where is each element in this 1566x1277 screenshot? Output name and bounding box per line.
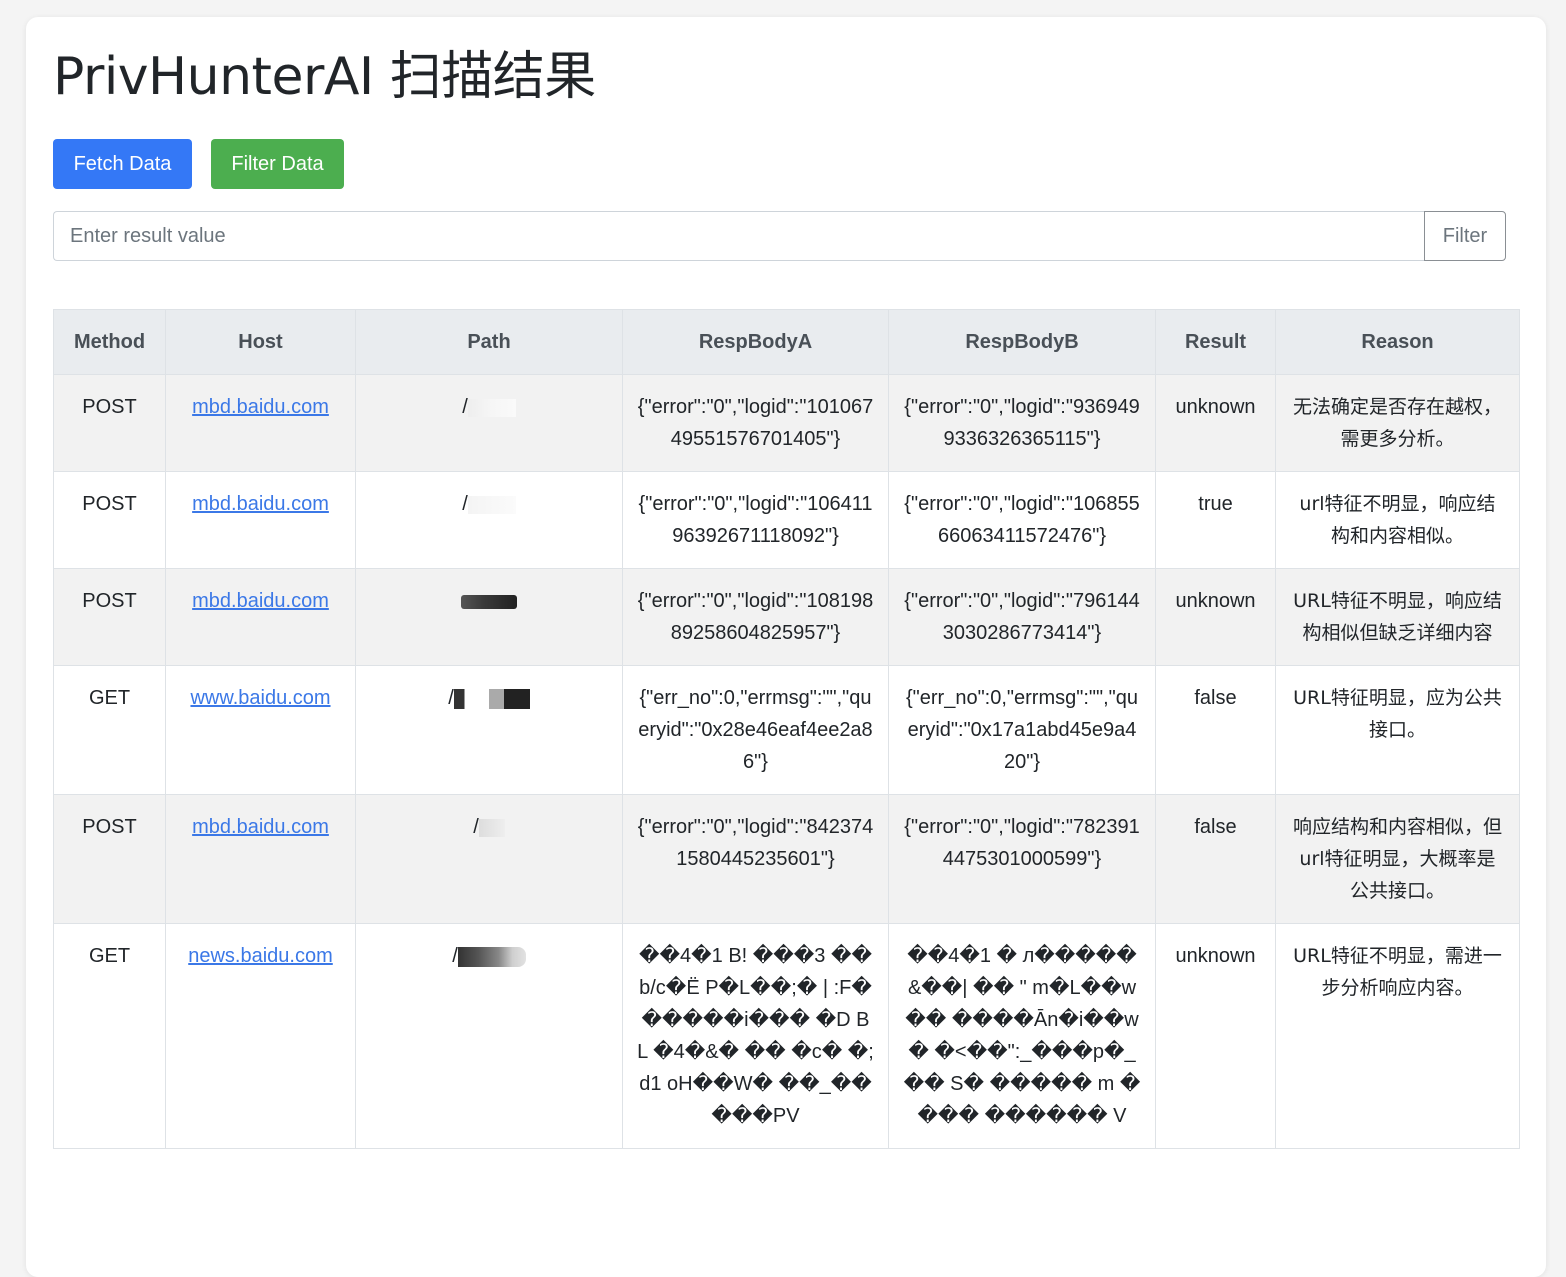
cell-host: mbd.baidu.com <box>165 471 356 569</box>
cell-path: / <box>355 374 623 472</box>
cell-reason: 无法确定是否存在越权，需更多分析。 <box>1275 374 1520 472</box>
cell-resp-body-a: {"error":"0","logid":"101067495515767014… <box>622 374 889 472</box>
cell-resp-body-a: {"error":"0","logid":"842374158044523560… <box>622 794 889 924</box>
cell-resp-body-a: ��4�1 B! ���3 ��b/c�Ë P�L��;� | :F������… <box>622 923 889 1149</box>
redacted-path-block <box>453 688 530 709</box>
cell-path: / <box>355 923 623 1149</box>
cell-path <box>355 568 623 666</box>
cell-reason: URL特征不明显，需进一步分析响应内容。 <box>1275 923 1520 1149</box>
cell-result: false <box>1155 794 1276 924</box>
cell-resp-body-b: {"error":"0","logid":"782391447530100059… <box>888 794 1156 924</box>
host-link[interactable]: mbd.baidu.com <box>192 590 329 612</box>
table-header-row: Method Host Path RespBodyA RespBodyB Res… <box>53 309 1520 375</box>
cell-reason: URL特征明显，应为公共接口。 <box>1275 665 1520 795</box>
table-row: GET www.baidu.com / {"err_no":0,"errmsg"… <box>53 665 1520 795</box>
redacted-path-block <box>478 818 505 837</box>
cell-reason: 响应结构和内容相似，但url特征明显，大概率是公共接口。 <box>1275 794 1520 924</box>
cell-resp-body-a: {"error":"0","logid":"106411963926711180… <box>622 471 889 569</box>
cell-reason: url特征不明显，响应结构和内容相似。 <box>1275 471 1520 569</box>
filter-button[interactable]: Filter <box>1424 211 1506 261</box>
redacted-path-block <box>461 594 517 609</box>
results-card: PrivHunterAI 扫描结果 Fetch Data Filter Data… <box>26 17 1546 1277</box>
filter-input-group: Filter <box>53 211 1506 261</box>
cell-reason: URL特征不明显，响应结构相似但缺乏详细内容 <box>1275 568 1520 666</box>
cell-host: www.baidu.com <box>165 665 356 795</box>
column-header-reason[interactable]: Reason <box>1275 309 1520 375</box>
column-header-method[interactable]: Method <box>53 309 166 375</box>
table-row: POST mbd.baidu.com / {"error":"0","logid… <box>53 471 1520 569</box>
column-header-host[interactable]: Host <box>165 309 356 375</box>
column-header-resp-body-b[interactable]: RespBodyB <box>888 309 1156 375</box>
cell-resp-body-b: {"err_no":0,"errmsg":"","queryid":"0x17a… <box>888 665 1156 795</box>
results-table: Method Host Path RespBodyA RespBodyB Res… <box>53 309 1520 1149</box>
result-filter-input[interactable] <box>53 211 1424 261</box>
redacted-path-block <box>467 495 516 514</box>
host-link[interactable]: mbd.baidu.com <box>192 396 329 418</box>
cell-host: mbd.baidu.com <box>165 794 356 924</box>
cell-result: false <box>1155 665 1276 795</box>
cell-method: POST <box>53 471 166 569</box>
cell-result: true <box>1155 471 1276 569</box>
cell-host: news.baidu.com <box>165 923 356 1149</box>
cell-path: / <box>355 665 623 795</box>
cell-result: unknown <box>1155 568 1276 666</box>
redacted-path-block <box>457 946 526 967</box>
table-row: POST mbd.baidu.com / {"error":"0","logid… <box>53 794 1520 924</box>
column-header-path[interactable]: Path <box>355 309 623 375</box>
cell-method: GET <box>53 923 166 1149</box>
path-text: / <box>452 945 458 967</box>
column-header-resp-body-a[interactable]: RespBodyA <box>622 309 889 375</box>
table-row: GET news.baidu.com / ��4�1 B! ���3 ��b/c… <box>53 923 1520 1149</box>
cell-path: / <box>355 471 623 569</box>
cell-resp-body-b: {"error":"0","logid":"936949933632636511… <box>888 374 1156 472</box>
cell-resp-body-b: {"error":"0","logid":"796144303028677341… <box>888 568 1156 666</box>
cell-resp-body-a: {"err_no":0,"errmsg":"","queryid":"0x28e… <box>622 665 889 795</box>
host-link[interactable]: news.baidu.com <box>188 945 333 967</box>
fetch-data-button[interactable]: Fetch Data <box>53 139 192 189</box>
host-link[interactable]: mbd.baidu.com <box>192 816 329 838</box>
cell-method: POST <box>53 794 166 924</box>
host-link[interactable]: mbd.baidu.com <box>192 493 329 515</box>
host-link[interactable]: www.baidu.com <box>190 687 330 709</box>
cell-method: GET <box>53 665 166 795</box>
cell-host: mbd.baidu.com <box>165 568 356 666</box>
redacted-path-block <box>467 398 516 417</box>
cell-path: / <box>355 794 623 924</box>
page-title: PrivHunterAI 扫描结果 <box>53 47 596 107</box>
cell-resp-body-b: ��4�1 � л�����&��| �� " m�L��w�� ����Ān�… <box>888 923 1156 1149</box>
cell-resp-body-b: {"error":"0","logid":"106855660634115724… <box>888 471 1156 569</box>
cell-method: POST <box>53 568 166 666</box>
cell-resp-body-a: {"error":"0","logid":"108198892586048259… <box>622 568 889 666</box>
cell-result: unknown <box>1155 374 1276 472</box>
cell-result: unknown <box>1155 923 1276 1149</box>
table-row: POST mbd.baidu.com / {"error":"0","logid… <box>53 374 1520 472</box>
cell-method: POST <box>53 374 166 472</box>
column-header-result[interactable]: Result <box>1155 309 1276 375</box>
table-row: POST mbd.baidu.com {"error":"0","logid":… <box>53 568 1520 666</box>
cell-host: mbd.baidu.com <box>165 374 356 472</box>
filter-data-button[interactable]: Filter Data <box>211 139 344 189</box>
